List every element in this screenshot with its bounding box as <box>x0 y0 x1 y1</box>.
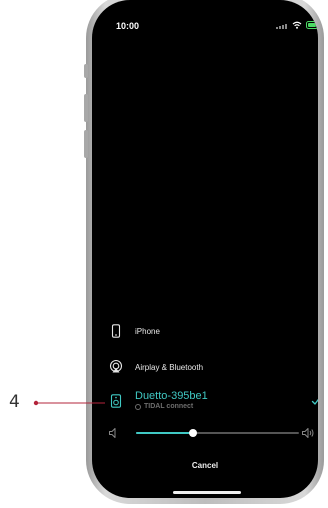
volume-fill <box>136 432 194 434</box>
volume-down-button <box>84 130 88 158</box>
volume-up-button <box>84 94 88 122</box>
notch <box>139 0 271 26</box>
airplay-icon <box>109 359 123 373</box>
speaker-icon <box>110 394 122 408</box>
signal-icon <box>276 21 288 29</box>
device-row-duetto[interactable]: Duetto-395be1 TIDAL connect <box>92 390 318 418</box>
cancel-button[interactable]: Cancel <box>92 461 318 470</box>
callout-dot <box>33 400 39 406</box>
device-label-airplay: Airplay & Bluetooth <box>135 363 204 372</box>
wifi-icon <box>292 21 302 29</box>
phone-icon <box>111 324 121 338</box>
tidal-connect-label: TIDAL connect <box>135 403 193 410</box>
phone: 10:00 iPhone Airplay & Bluetooth Duetto-… <box>84 0 326 508</box>
silent-switch <box>84 64 88 78</box>
callout-number: 4 <box>9 392 20 412</box>
device-name-duetto: Duetto-395be1 <box>135 390 208 402</box>
screen: 10:00 iPhone Airplay & Bluetooth Duetto-… <box>92 0 318 498</box>
device-label-iphone: iPhone <box>135 327 160 336</box>
tidal-connect-text: TIDAL connect <box>144 403 194 410</box>
volume-slider[interactable] <box>136 429 299 437</box>
device-row-airplay[interactable]: Airplay & Bluetooth <box>92 357 318 377</box>
volume-high-icon <box>302 428 314 438</box>
status-time: 10:00 <box>116 21 140 31</box>
battery-icon <box>306 21 318 29</box>
check-icon <box>311 398 318 405</box>
volume-thumb[interactable] <box>189 429 198 437</box>
home-indicator <box>173 491 241 494</box>
device-row-iphone[interactable]: iPhone <box>92 321 318 341</box>
volume-low-icon <box>109 428 116 438</box>
tidal-connect-icon <box>135 403 141 410</box>
status-icons <box>276 21 318 29</box>
volume-control <box>92 423 318 443</box>
